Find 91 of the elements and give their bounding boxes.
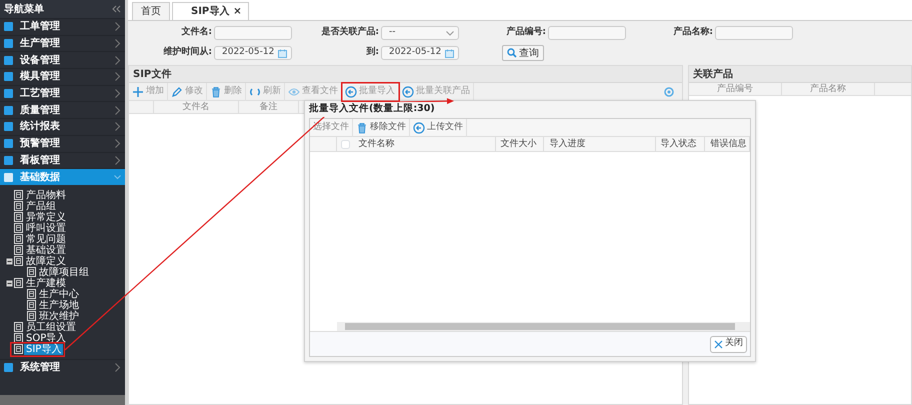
tree-item[interactable]: SIP导入 bbox=[24, 344, 64, 355]
column-header: 导入进度 bbox=[544, 136, 656, 152]
document-icon bbox=[14, 344, 23, 354]
plus-icon bbox=[132, 86, 144, 98]
column-header: 文件名 bbox=[154, 101, 239, 113]
tree-item[interactable]: 产品物料 bbox=[24, 190, 68, 201]
tree-item[interactable]: 基础设置 bbox=[24, 244, 68, 256]
tab[interactable]: 首页 bbox=[132, 2, 170, 20]
document-icon bbox=[14, 278, 23, 288]
tree-item[interactable]: SOP导入 bbox=[24, 332, 68, 344]
calendar-icon bbox=[445, 48, 454, 58]
column-header: 备注 bbox=[239, 101, 299, 113]
refresh-icon bbox=[249, 86, 261, 98]
highlight-frame bbox=[10, 342, 66, 357]
tree-item[interactable]: 常见问题 bbox=[24, 234, 68, 245]
document-icon bbox=[27, 300, 36, 310]
panel-title: 关联产品 bbox=[693, 68, 733, 82]
date-field[interactable]: 2022-05-12 bbox=[381, 46, 459, 60]
text-field[interactable] bbox=[715, 26, 793, 40]
collapse-toggle-icon[interactable] bbox=[6, 258, 13, 265]
document-icon bbox=[14, 201, 23, 212]
checkbox[interactable] bbox=[340, 140, 350, 148]
circle-arrow-icon bbox=[345, 86, 357, 98]
search-button[interactable]: 查询 bbox=[502, 45, 544, 61]
tree-item[interactable]: 产品组 bbox=[24, 200, 58, 212]
tree-item[interactable]: 生产中心 bbox=[37, 288, 81, 300]
trash-icon bbox=[356, 122, 368, 134]
menu-item[interactable]: 系统管理 bbox=[0, 358, 125, 376]
menu-item[interactable]: 统计报表 bbox=[0, 118, 125, 135]
calendar-icon bbox=[278, 48, 287, 58]
chevron-down-icon bbox=[446, 30, 454, 36]
field-label: 是否关联产品: bbox=[320, 26, 380, 40]
field-label: 维护时间从: bbox=[162, 46, 213, 60]
column-header: 文件大小 bbox=[496, 136, 544, 152]
collapse-toggle-icon[interactable] bbox=[6, 280, 13, 287]
panel-title: SIP文件 bbox=[133, 68, 172, 82]
dialog-title: 批量导入文件(数量上限:30) bbox=[309, 102, 437, 117]
text-field[interactable] bbox=[214, 26, 292, 40]
collapse-icon[interactable] bbox=[112, 5, 121, 13]
document-icon bbox=[14, 190, 23, 200]
tree-item[interactable]: 班次维护 bbox=[37, 310, 81, 322]
document-icon bbox=[27, 267, 36, 278]
search-icon bbox=[507, 48, 517, 58]
highlight-frame bbox=[341, 82, 400, 102]
menu-item[interactable]: 工艺管理 bbox=[0, 84, 125, 102]
sidebar-title: 导航菜单 bbox=[4, 2, 44, 16]
document-icon bbox=[14, 245, 23, 256]
circle-arrow-icon bbox=[402, 86, 414, 98]
document-icon bbox=[14, 256, 23, 266]
close-icon bbox=[714, 340, 723, 348]
tree-item[interactable]: 呼叫设置 bbox=[24, 222, 68, 234]
menu-item[interactable]: 设备管理 bbox=[0, 51, 125, 68]
document-icon bbox=[14, 234, 23, 244]
tree-item[interactable]: 故障定义 bbox=[24, 256, 68, 267]
eye-icon bbox=[288, 86, 300, 98]
field-label: 文件名: bbox=[180, 26, 213, 40]
menu-item[interactable]: 模具管理 bbox=[0, 68, 125, 85]
module-icon bbox=[4, 363, 13, 372]
field-label: 产品编号: bbox=[505, 26, 547, 40]
menu-item[interactable]: 预警管理 bbox=[0, 134, 125, 152]
close-button[interactable]: 关闭 bbox=[710, 336, 747, 352]
menu-item[interactable]: 质量管理 bbox=[0, 101, 125, 118]
document-icon bbox=[27, 311, 36, 322]
settings-icon[interactable] bbox=[664, 86, 674, 96]
circle-arrow-icon bbox=[413, 122, 425, 134]
tab[interactable]: SIP导入 × bbox=[172, 2, 249, 20]
horizontal-scrollbar[interactable] bbox=[337, 322, 750, 331]
pencil-icon bbox=[171, 86, 183, 98]
field-label: 产品名称: bbox=[672, 26, 714, 40]
tree-item[interactable]: 员工组设置 bbox=[24, 322, 78, 333]
tab-close-button[interactable]: × bbox=[233, 4, 242, 19]
column-header: 导入状态 bbox=[656, 136, 706, 152]
tree-item[interactable]: 故障项目组 bbox=[37, 266, 91, 278]
chevron-icon bbox=[114, 363, 121, 372]
document-icon bbox=[14, 322, 23, 332]
dropdown-field[interactable]: -- bbox=[381, 26, 459, 40]
date-field[interactable]: 2022-05-12 bbox=[214, 46, 292, 60]
document-icon bbox=[27, 289, 36, 300]
menu-item[interactable]: 工单管理 bbox=[0, 18, 125, 35]
document-icon bbox=[14, 212, 23, 222]
tree-item[interactable]: 生产场地 bbox=[37, 300, 81, 311]
column-header: 错误信息 bbox=[705, 136, 750, 152]
menu-item[interactable]: 生产管理 bbox=[0, 34, 125, 52]
document-icon bbox=[14, 223, 23, 234]
document-icon bbox=[14, 333, 23, 344]
field-label: 到: bbox=[365, 46, 380, 60]
column-header: 文件名称 bbox=[354, 136, 496, 152]
trash-icon bbox=[210, 86, 222, 98]
tree-item[interactable]: 生产建模 bbox=[24, 278, 68, 289]
text-field[interactable] bbox=[548, 26, 626, 40]
tree-item[interactable]: 异常定义 bbox=[24, 212, 68, 223]
